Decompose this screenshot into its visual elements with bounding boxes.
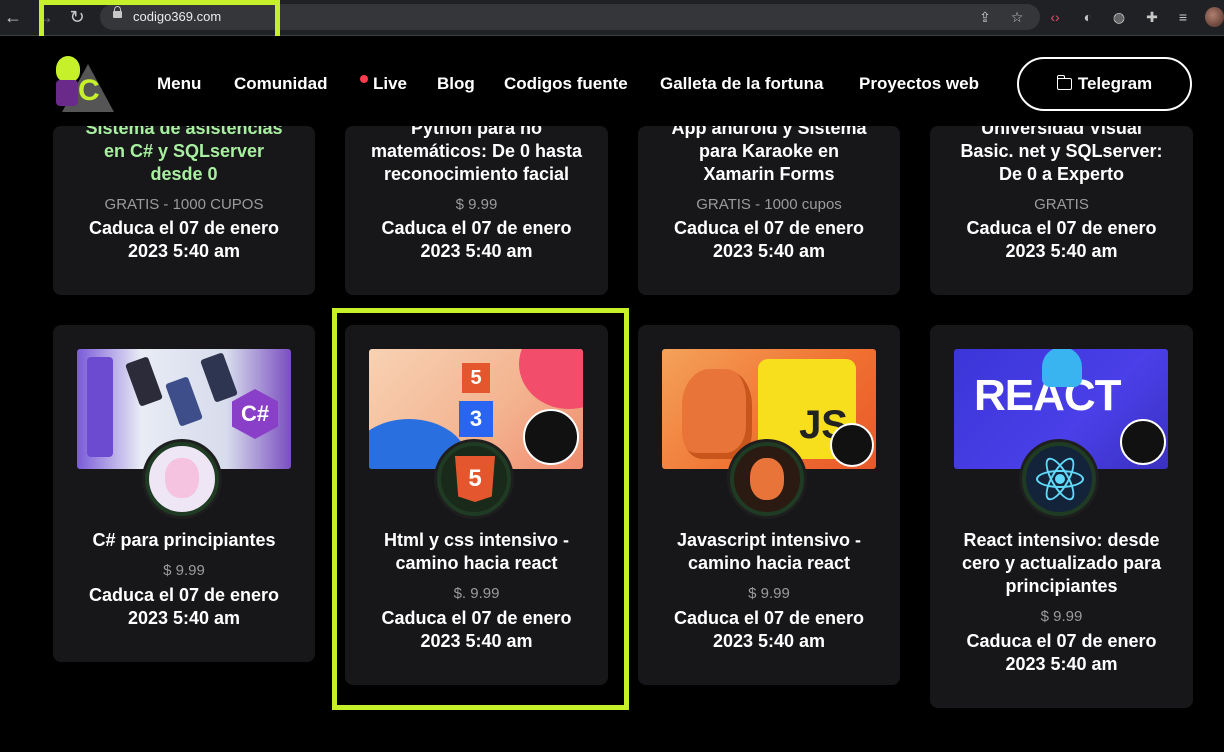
course-expiry: Caduca el 07 de enero 2023 5:40 am — [381, 218, 572, 261]
nav-blog-link[interactable]: Blog — [437, 74, 475, 94]
unicorn-icon — [145, 442, 219, 516]
nav-codigos-link[interactable]: Codigos fuente — [504, 74, 628, 94]
nav-proyectos-link[interactable]: Proyectos web — [859, 74, 979, 94]
selection-highlight-box — [332, 308, 629, 710]
course-title[interactable]: C# para principiantes — [53, 529, 315, 552]
live-indicator-icon — [360, 75, 368, 83]
course-title[interactable]: Sistema de asistencias en C# y SQLserver… — [53, 117, 315, 186]
instructor-avatar — [830, 423, 874, 467]
course-price: GRATIS - 1000 cupos — [696, 196, 842, 213]
telegram-link-button[interactable]: Telegram — [1017, 57, 1192, 111]
instructor-avatar — [1120, 419, 1166, 465]
course-price: $ 9.99 — [748, 585, 790, 602]
course-card[interactable]: REACT React intensivo: desde cero y actu… — [930, 325, 1193, 708]
code-extension-icon[interactable]: ‹› — [1046, 8, 1064, 26]
site-logo-icon[interactable]: C — [52, 56, 114, 112]
course-title[interactable]: Python para no matemáticos: De 0 hasta r… — [345, 117, 608, 186]
nav-live-link[interactable]: Live — [373, 74, 407, 94]
course-price: $ 9.99 — [455, 196, 498, 213]
course-price: GRATIS — [1034, 196, 1089, 213]
telegram-label: Telegram — [1077, 74, 1153, 93]
course-expiry: Caduca el 07 de enero 2023 5:40 am — [673, 608, 865, 651]
course-expiry: Caduca el 07 de enero 2023 5:40 am — [88, 585, 280, 628]
course-title[interactable]: Universidad Visual Basic. net y SQLserve… — [930, 117, 1193, 186]
course-expiry: Caduca el 07 de enero 2023 5:40 am — [673, 218, 865, 261]
extensions-puzzle-icon[interactable]: ✚ — [1143, 8, 1161, 26]
course-price: $ 9.99 — [1040, 608, 1083, 625]
course-expiry: Caduca el 07 de enero 2023 5:40 am — [966, 218, 1157, 261]
course-card[interactable]: App android y Sistema para Karaoke en Xa… — [638, 118, 900, 295]
profile-avatar[interactable] — [1205, 7, 1224, 27]
course-title[interactable]: App android y Sistema para Karaoke en Xa… — [638, 117, 900, 186]
folder-icon — [1056, 75, 1072, 90]
nav-menu-link[interactable]: Menu — [157, 74, 201, 94]
course-card[interactable]: Universidad Visual Basic. net y SQLserve… — [930, 118, 1193, 295]
back-arrow-icon[interactable]: ← — [2, 6, 24, 28]
course-expiry: Caduca el 07 de enero 2023 5:40 am — [88, 218, 280, 261]
charizard-icon — [730, 442, 804, 516]
share-icon[interactable]: ⇪ — [976, 8, 994, 26]
nav-galleta-link[interactable]: Galleta de la fortuna — [660, 74, 823, 94]
bookmark-star-icon[interactable]: ☆ — [1008, 8, 1026, 26]
course-card[interactable]: JS Javascript intensivo - camino hacia r… — [638, 325, 900, 685]
course-title[interactable]: Javascript intensivo - camino hacia reac… — [638, 529, 900, 575]
csharp-logo: C# — [232, 389, 278, 439]
course-title[interactable]: React intensivo: desde cero y actualizad… — [930, 529, 1193, 598]
course-price: GRATIS - 1000 CUPOS — [104, 196, 264, 213]
media-control-icon[interactable]: ≡ — [1174, 8, 1192, 26]
course-price: $ 9.99 — [163, 562, 205, 579]
course-card[interactable]: C# C# para principiantes $ 9.99 Caduca e… — [53, 325, 315, 662]
color-extension-icon[interactable]: ◐ — [1079, 8, 1097, 26]
course-card[interactable]: Python para no matemáticos: De 0 hasta r… — [345, 118, 608, 295]
course-card[interactable]: Sistema de asistencias en C# y SQLserver… — [53, 118, 315, 295]
course-expiry: Caduca el 07 de enero 2023 5:40 am — [966, 631, 1157, 674]
compass-extension-icon[interactable]: ◍ — [1110, 8, 1128, 26]
react-icon — [1022, 442, 1096, 516]
nav-comunidad-link[interactable]: Comunidad — [234, 74, 328, 94]
